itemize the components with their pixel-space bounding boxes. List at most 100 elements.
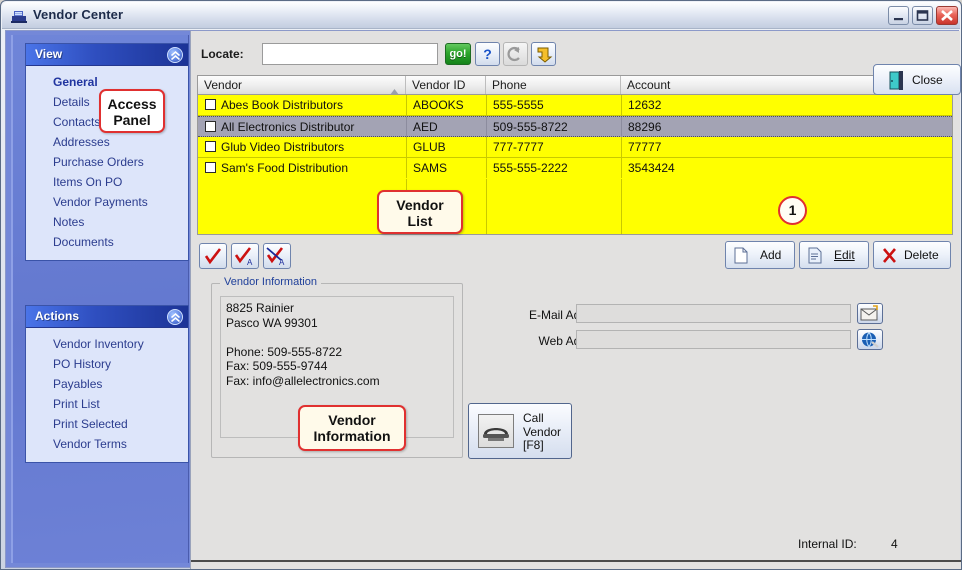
svg-text:A: A	[247, 258, 253, 267]
globe-icon	[858, 332, 882, 353]
delete-button[interactable]: Delete	[873, 241, 951, 269]
access-group-actions-header[interactable]: Actions	[26, 306, 188, 328]
select-all-button[interactable]: A	[231, 243, 259, 269]
sidebar-item-purchase-orders[interactable]: Purchase Orders	[26, 152, 188, 172]
access-group-actions-body: Vendor Inventory PO History Payables Pri…	[26, 328, 188, 462]
new-page-icon	[734, 247, 748, 267]
grid-action-toolbar: A A Add Edit Delete	[197, 239, 953, 273]
cell-phone: 555-555-2222	[486, 158, 621, 178]
window-titlebar[interactable]: Vendor Center	[2, 2, 960, 29]
annotation-badge-1: 1	[778, 196, 807, 225]
locate-toolbar: Locate: go! ?	[197, 37, 953, 74]
cell-vendor: All Electronics Distributor	[221, 120, 355, 134]
access-group-view: View General Details Contacts Addresses …	[25, 43, 189, 261]
send-mail-button[interactable]	[857, 303, 883, 324]
cell-phone: 777-7777	[486, 137, 621, 157]
refresh-arrow-icon	[504, 43, 527, 65]
cell-account: 88296	[621, 117, 952, 137]
refresh-button[interactable]	[503, 42, 528, 66]
edit-button[interactable]: Edit	[799, 241, 869, 269]
web-address-input[interactable]	[576, 330, 851, 349]
cell-phone: 509-555-8722	[486, 117, 621, 137]
sidebar-item-payables[interactable]: Payables	[26, 374, 188, 394]
close-button[interactable]: Close	[873, 64, 961, 95]
minimize-button[interactable]	[888, 6, 909, 25]
annotation-vendor-information: Vendor Information	[298, 405, 406, 451]
sidebar-item-po-history[interactable]: PO History	[26, 354, 188, 374]
sidebar-item-addresses[interactable]: Addresses	[26, 132, 188, 152]
telephone-icon	[478, 414, 514, 448]
grid-header-row: Vendor Vendor ID Phone Account	[198, 76, 952, 95]
locate-label: Locate:	[201, 47, 244, 61]
select-row-button[interactable]	[199, 243, 227, 269]
cell-vendor-id: GLUB	[406, 137, 486, 157]
column-header-vendor[interactable]: Vendor	[198, 76, 406, 94]
cell-vendor: Glub Video Distributors	[221, 140, 345, 154]
add-button[interactable]: Add	[725, 241, 795, 269]
yellow-jump-arrow-icon	[532, 43, 555, 65]
edit-page-icon	[808, 247, 822, 267]
access-group-actions-title: Actions	[35, 309, 80, 323]
access-group-actions: Actions Vendor Inventory PO History Paya…	[25, 305, 189, 463]
deselect-all-button[interactable]: A	[263, 243, 291, 269]
main-content: Locate: go! ? Vendor Vendor ID Phone Acc…	[190, 31, 961, 569]
table-row[interactable]: Sam's Food Distribution SAMS 555-555-222…	[198, 158, 952, 179]
red-check-all-icon: A	[232, 247, 258, 272]
annotation-access-panel: Access Panel	[99, 89, 165, 133]
email-address-input[interactable]	[576, 304, 851, 323]
maximize-button[interactable]	[912, 6, 933, 25]
cell-phone: 555-5555	[486, 95, 621, 115]
vendor-list-grid[interactable]: Vendor Vendor ID Phone Account Abes Book…	[197, 75, 953, 235]
call-vendor-label: Call Vendor [F8]	[523, 411, 562, 452]
internal-id-label: Internal ID:	[798, 537, 857, 551]
sidebar-item-vendor-payments[interactable]: Vendor Payments	[26, 192, 188, 212]
open-web-button[interactable]	[857, 329, 883, 350]
help-button[interactable]: ?	[475, 42, 500, 66]
access-group-view-header[interactable]: View	[26, 44, 188, 66]
cell-vendor-id: AED	[406, 117, 486, 137]
sidebar-item-notes[interactable]: Notes	[26, 212, 188, 232]
content-bottom-divider	[191, 560, 961, 569]
chevron-double-up-icon[interactable]	[167, 309, 183, 325]
add-button-label: Add	[760, 248, 782, 262]
cell-vendor-id: ABOOKS	[406, 95, 486, 115]
delete-button-label: Delete	[904, 248, 939, 262]
sort-ascending-icon	[390, 82, 399, 94]
svg-text:A: A	[279, 258, 285, 267]
sidebar-item-items-on-po[interactable]: Items On PO	[26, 172, 188, 192]
red-x-icon	[882, 247, 897, 267]
internal-id-value: 4	[891, 537, 898, 551]
grid-empty-area[interactable]	[198, 179, 952, 234]
access-group-view-title: View	[35, 47, 63, 61]
column-header-phone[interactable]: Phone	[486, 76, 621, 94]
cell-vendor: Sam's Food Distribution	[221, 161, 349, 175]
go-button[interactable]: go!	[445, 43, 471, 65]
red-check-icon	[200, 248, 226, 272]
sidebar-item-vendor-inventory[interactable]: Vendor Inventory	[26, 334, 188, 354]
annotation-vendor-list: Vendor List	[377, 190, 463, 234]
cell-account: 12632	[621, 95, 952, 115]
chevron-double-up-icon[interactable]	[167, 47, 183, 63]
sidebar-item-print-list[interactable]: Print List	[26, 394, 188, 414]
column-header-vendor-id[interactable]: Vendor ID	[406, 76, 486, 94]
sidebar-item-print-selected[interactable]: Print Selected	[26, 414, 188, 434]
locate-input[interactable]	[262, 43, 438, 65]
table-row[interactable]: All Electronics Distributor AED 509-555-…	[198, 116, 952, 137]
question-mark-icon: ?	[483, 46, 492, 62]
sidebar-item-vendor-terms[interactable]: Vendor Terms	[26, 434, 188, 454]
door-exit-icon	[887, 70, 907, 96]
window-title: Vendor Center	[33, 7, 124, 22]
table-row[interactable]: Glub Video Distributors GLUB 777-7777 77…	[198, 137, 952, 158]
cell-account: 3543424	[621, 158, 952, 178]
table-row[interactable]: Abes Book Distributors ABOOKS 555-5555 1…	[198, 95, 952, 116]
jump-button[interactable]	[531, 42, 556, 66]
call-vendor-button[interactable]: Call Vendor [F8]	[468, 403, 572, 459]
close-button-label: Close	[912, 73, 943, 87]
cell-vendor: Abes Book Distributors	[221, 98, 344, 112]
cell-account: 77777	[621, 137, 952, 157]
edit-button-label: Edit	[834, 248, 855, 262]
cash-register-icon	[10, 7, 28, 24]
sidebar-item-documents[interactable]: Documents	[26, 232, 188, 252]
vendor-center-window: Vendor Center View General Details Conta…	[0, 0, 962, 570]
close-window-button[interactable]	[936, 6, 958, 25]
